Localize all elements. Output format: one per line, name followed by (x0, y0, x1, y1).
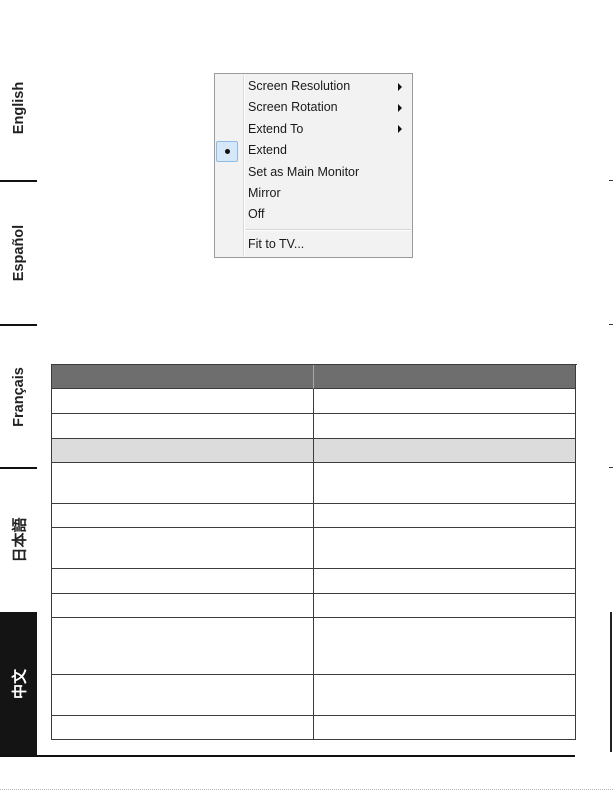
crop-mark (609, 467, 613, 468)
language-tab-label: English (10, 81, 27, 135)
table-row (52, 528, 577, 569)
language-tab-spanish: Español (0, 181, 37, 325)
edge-thumb-bar (610, 612, 612, 752)
bullet-icon (224, 148, 230, 154)
table-cell (314, 569, 576, 594)
table-row (52, 569, 577, 594)
language-tab-french: Français (0, 325, 37, 468)
table-cell (52, 504, 314, 528)
language-tab-label: 中文 (10, 668, 28, 699)
table-cell (52, 618, 314, 675)
table-cell (52, 414, 314, 439)
menu-item-label: Off (248, 207, 265, 222)
table-cell (314, 618, 576, 675)
table-row (52, 463, 577, 504)
context-menu: Screen Resolution Screen Rotation Extend… (214, 73, 413, 258)
table-cell (314, 414, 576, 439)
menu-item-extend-to[interactable]: Extend To (215, 119, 412, 140)
table-row (52, 675, 577, 716)
spec-table (51, 364, 577, 740)
table-cell (314, 439, 576, 463)
table-cell (314, 389, 576, 414)
table-section-row (52, 439, 577, 463)
table-row (52, 618, 577, 675)
table-cell (52, 594, 314, 618)
table-cell (52, 463, 314, 504)
menu-item-screen-resolution[interactable]: Screen Resolution (215, 76, 412, 97)
submenu-arrow-icon (398, 82, 402, 91)
table-cell (314, 528, 576, 569)
table-cell (52, 528, 314, 569)
page-bottom-rule (0, 755, 575, 757)
table-cell (52, 675, 314, 716)
menu-item-label: Extend (248, 143, 287, 158)
menu-item-label: Fit to TV... (248, 236, 305, 251)
crop-mark (609, 324, 613, 325)
language-tab-label: 日本語 (10, 517, 28, 563)
table-cell (314, 463, 576, 504)
menu-item-fit-to-tv[interactable]: Fit to TV... (215, 234, 412, 255)
table-cell (314, 594, 576, 618)
table-cell (52, 389, 314, 414)
submenu-arrow-icon (398, 125, 402, 134)
submenu-arrow-icon (398, 104, 402, 113)
menu-item-label: Set as Main Monitor (248, 164, 360, 179)
menu-separator (215, 226, 412, 234)
page-bottom-dotted-line (0, 789, 613, 790)
table-header-cell (314, 365, 576, 389)
menu-item-mirror[interactable]: Mirror (215, 183, 412, 204)
menu-item-label: Mirror (248, 185, 281, 200)
table-row (52, 414, 577, 439)
table-header-cell (52, 365, 314, 389)
table-cell (314, 504, 576, 528)
crop-mark (609, 180, 613, 181)
language-tab-label: Español (10, 224, 27, 282)
table-cell (314, 716, 576, 740)
table-cell (52, 569, 314, 594)
menu-item-extend[interactable]: Extend (215, 140, 412, 162)
table-row (52, 504, 577, 528)
language-tab-english: English (0, 35, 37, 181)
menu-item-label: Screen Resolution (248, 79, 351, 93)
separator-line (246, 228, 411, 231)
table-row (52, 594, 577, 618)
language-tab-label: Français (10, 366, 27, 427)
table-cell (52, 716, 314, 740)
language-tab-chinese-active: 中文 (0, 612, 37, 755)
menu-item-off[interactable]: Off (215, 204, 412, 225)
table-header-row (52, 365, 577, 389)
menu-item-label: Extend To (248, 121, 304, 136)
radio-selected-indicator (216, 140, 238, 162)
menu-item-set-as-main-monitor[interactable]: Set as Main Monitor (215, 162, 412, 183)
table-row (52, 716, 577, 740)
language-tab-japanese: 日本語 (0, 468, 37, 612)
table-cell (314, 675, 576, 716)
menu-item-screen-rotation[interactable]: Screen Rotation (215, 97, 412, 118)
menu-item-label: Screen Rotation (248, 100, 338, 115)
table-cell (52, 439, 314, 463)
table-row (52, 389, 577, 414)
